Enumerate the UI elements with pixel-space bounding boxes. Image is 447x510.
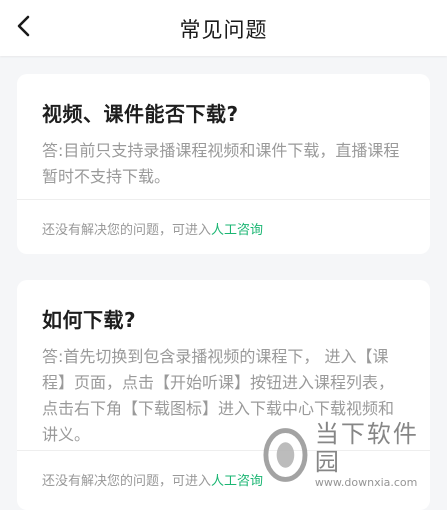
faq-answer: 答:目前只支持录播课程视频和课件下载，直播课程暂时不支持下载。 xyxy=(42,141,400,186)
human-consult-link[interactable]: 人工咨询 xyxy=(211,474,263,489)
faq-footer: 还没有解决您的问题，可进入人工咨询 xyxy=(42,219,263,238)
watermark-name: 当下软件园 xyxy=(314,420,419,476)
footer-text: 还没有解决您的问题，可进入 xyxy=(42,223,212,238)
faq-question: 如何下载? xyxy=(42,308,137,332)
faq-footer: 还没有解决您的问题，可进入人工咨询 xyxy=(42,470,263,489)
page-title: 常见问题 xyxy=(179,18,268,42)
faq-card: 视频、课件能否下载? 答:目前只支持录播课程视频和课件下载，直播课程暂时不支持下… xyxy=(17,74,430,254)
human-consult-link[interactable]: 人工咨询 xyxy=(211,223,263,238)
divider xyxy=(17,199,430,200)
watermark: 当下软件园 www.downxia.com xyxy=(262,420,442,489)
top-bar: 常见问题 xyxy=(0,0,447,56)
footer-text: 还没有解决您的问题，可进入 xyxy=(42,474,212,489)
faq-question: 视频、课件能否下载? xyxy=(42,102,239,126)
watermark-url: www.downxia.com xyxy=(314,476,418,489)
watermark-logo-icon xyxy=(263,428,308,482)
